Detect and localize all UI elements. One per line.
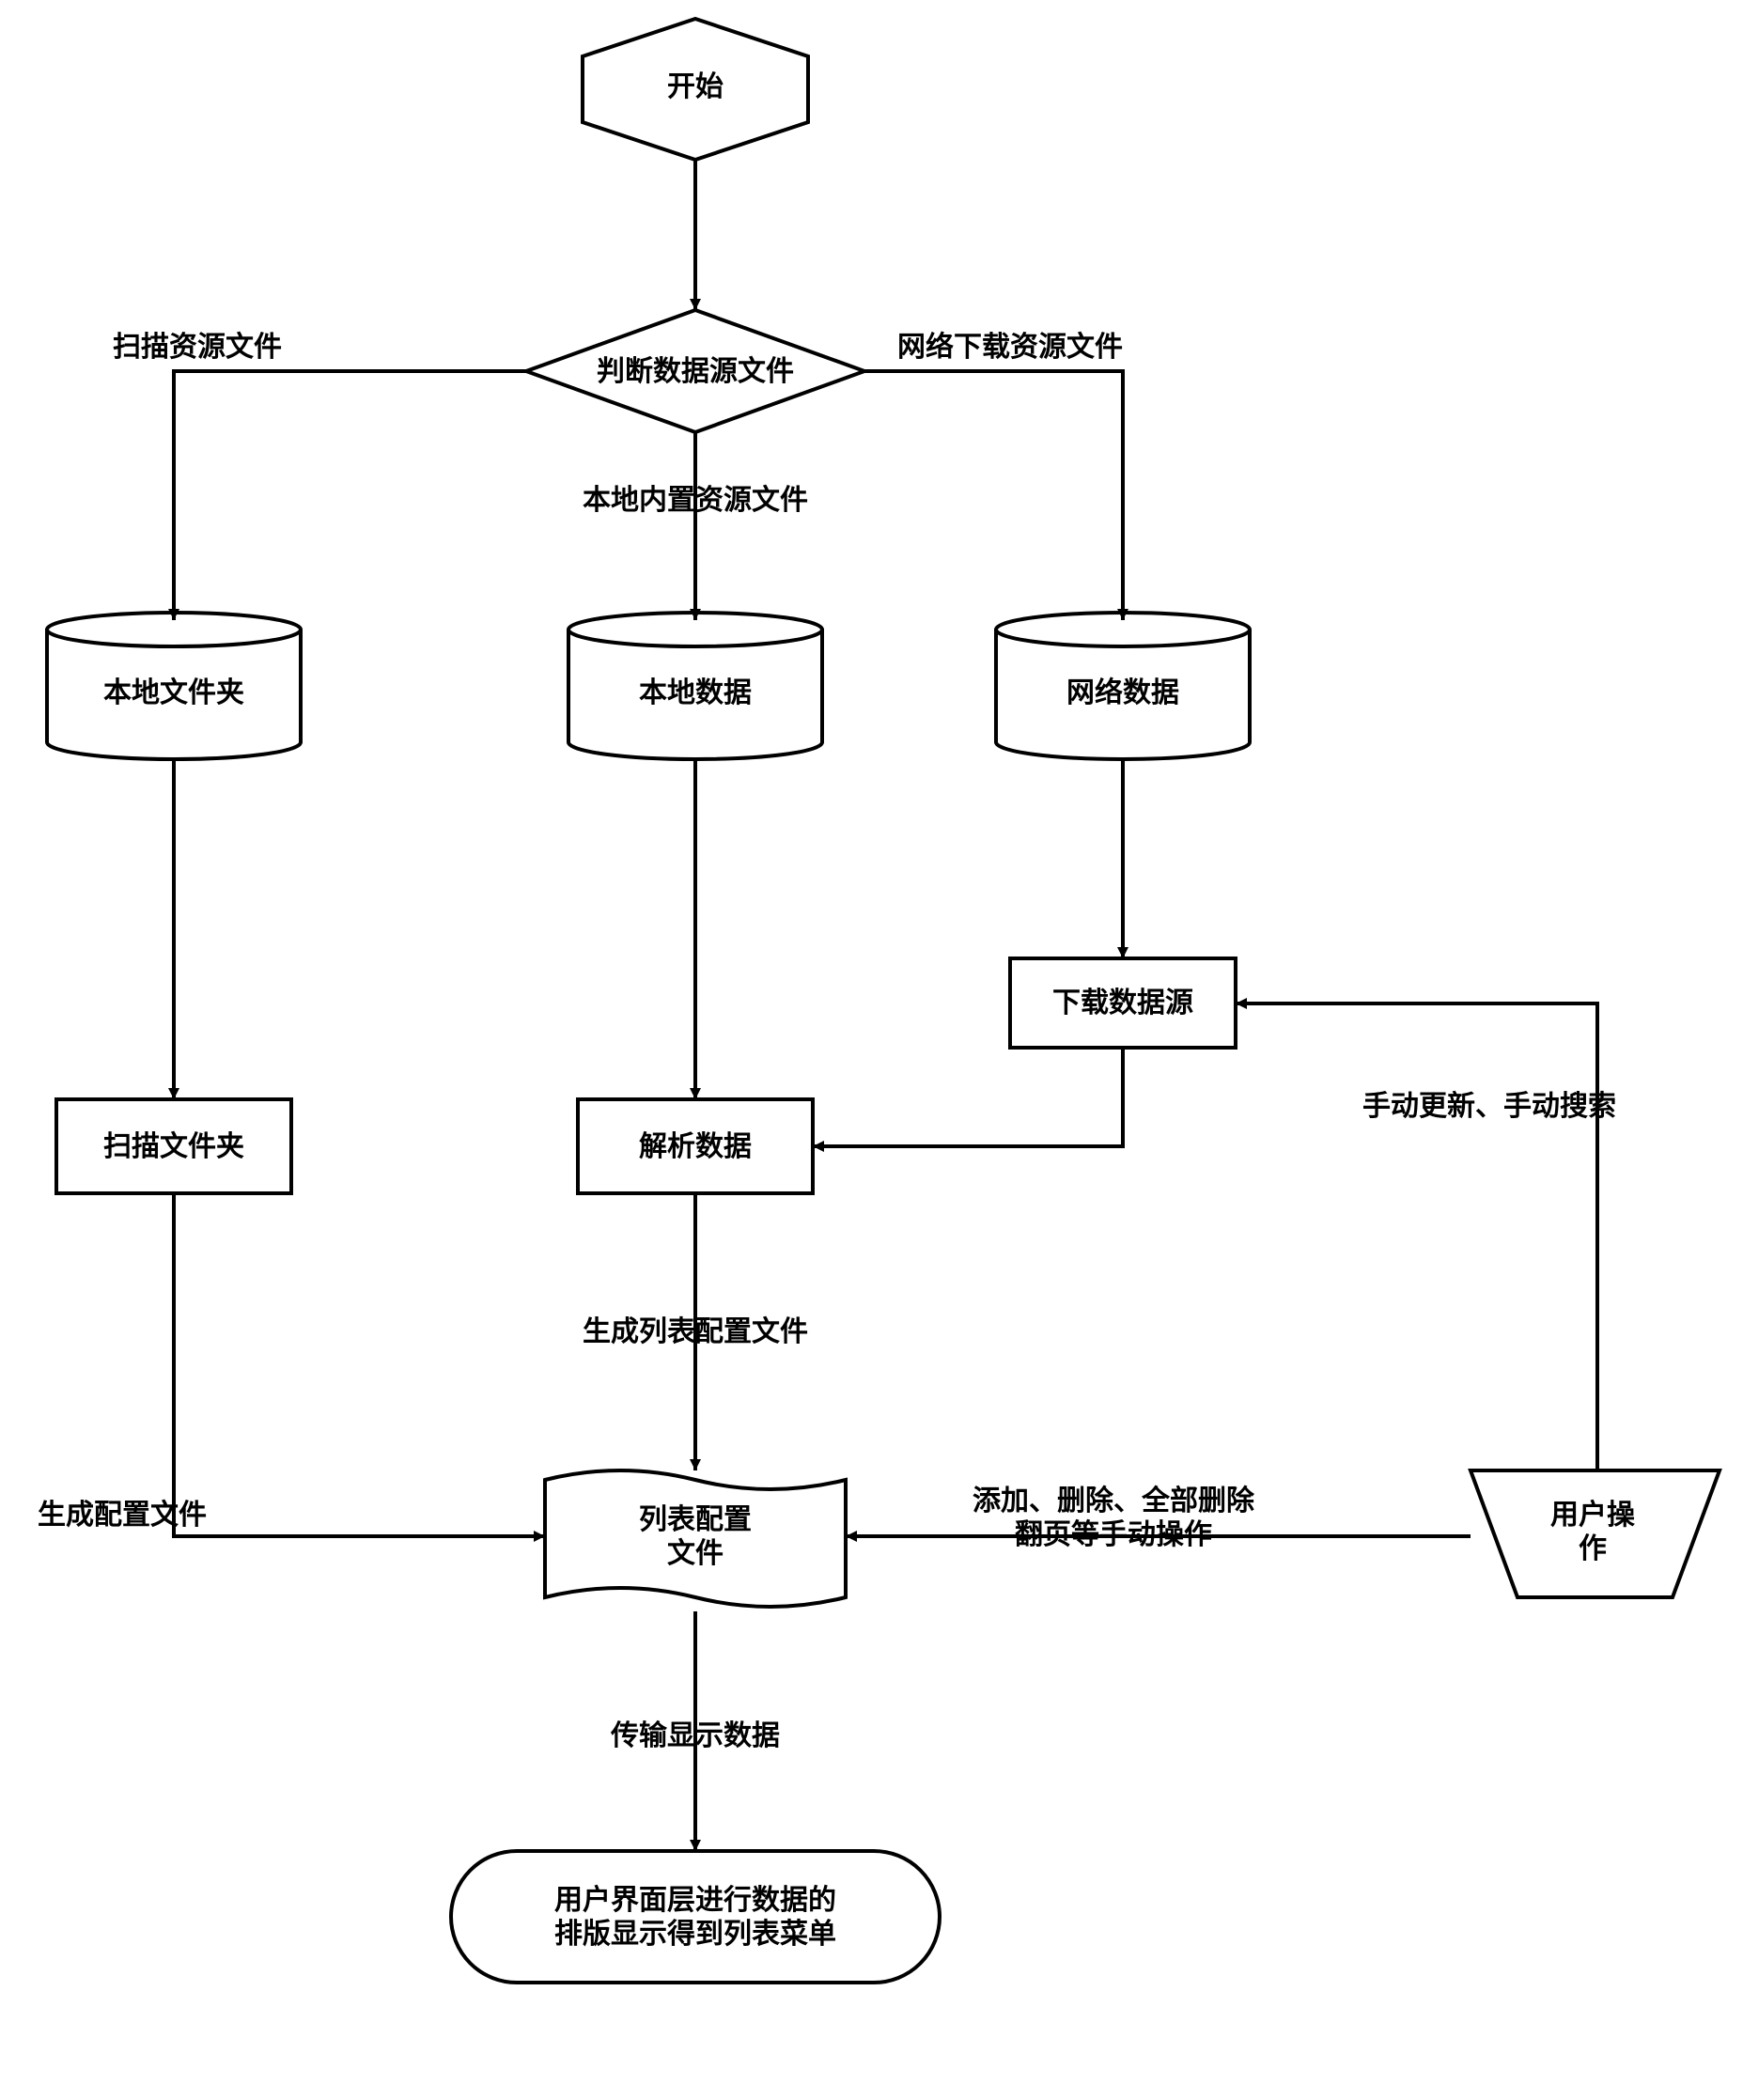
gen-list-config-label: 生成列表配置文件	[526, 1315, 864, 1349]
download-source-label: 下载数据源	[1010, 987, 1236, 1020]
start-label: 开始	[583, 70, 808, 104]
flowchart-svg	[0, 0, 1743, 2100]
list-config-label: 列表配置 文件	[545, 1503, 846, 1571]
add-delete-label: 添加、删除、全部删除 翻页等手动操作	[897, 1485, 1330, 1552]
net-download-res-label: 网络下载资源文件	[897, 331, 1217, 365]
local-builtin-label: 本地内置资源文件	[554, 484, 836, 518]
gen-config-label: 生成配置文件	[38, 1499, 282, 1532]
parse-data-label: 解析数据	[578, 1130, 813, 1164]
scan-res-label: 扫描资源文件	[113, 331, 357, 365]
transmit-display-label: 传输显示数据	[526, 1719, 864, 1753]
user-op-label: 用户操 作	[1485, 1499, 1701, 1566]
local-folder-label: 本地文件夹	[47, 677, 301, 710]
network-data-label: 网络数据	[996, 677, 1250, 710]
scan-folder-label: 扫描文件夹	[56, 1130, 291, 1164]
manual-update-label: 手动更新、手动搜索	[1362, 1090, 1738, 1124]
decision-label: 判断数据源文件	[526, 355, 864, 389]
flowchart-canvas: 开始 判断数据源文件 本地文件夹 本地数据 网络数据 下载数据源 扫描文件夹 解…	[0, 0, 1743, 2100]
terminator-label: 用户界面层进行数据的 排版显示得到列表菜单	[451, 1884, 940, 1952]
local-data-label: 本地数据	[568, 677, 822, 710]
